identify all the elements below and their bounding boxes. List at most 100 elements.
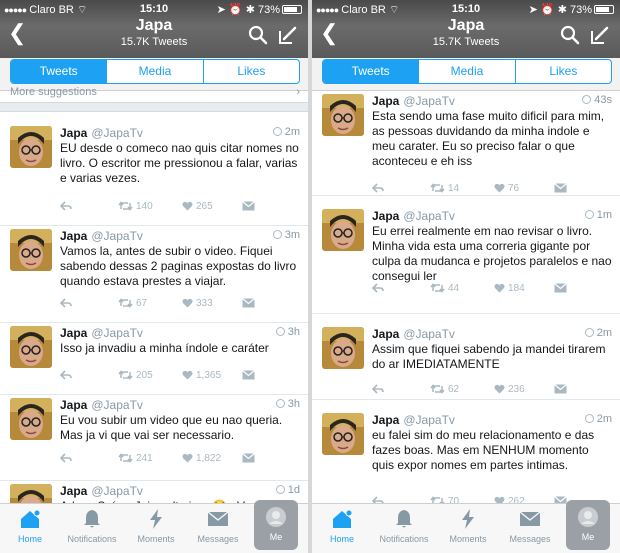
status-bar: ●●●●● Claro BR ⌔ 15:10 ➤ ⏰ ✱ 73% [312,2,620,16]
direct-message-button[interactable] [242,298,258,309]
tweet-item[interactable]: Japa @JapaTv 3h Isso ja invadiu a minha índ… [0,323,308,395]
search-icon[interactable] [560,25,580,45]
tabbar-item-messages[interactable]: Messages [188,508,248,544]
tab-tweets[interactable]: Tweets [323,60,419,83]
retweet-button[interactable]: 140 [118,201,153,212]
tweet-author[interactable]: Japa @JapaTv [60,229,143,243]
reply-icon [59,370,75,381]
avatar[interactable] [322,209,364,251]
retweet-button[interactable]: 44 [430,283,459,294]
tab-media[interactable]: Media [418,60,514,83]
tabbar-label: Me [581,532,595,542]
reply-button[interactable] [371,384,387,395]
tweet-author[interactable]: Japa @JapaTv [372,94,455,108]
tweet-time: 2m [584,327,612,339]
author-name: Japa [372,209,400,223]
tweet-author[interactable]: Japa @JapaTv [372,413,455,427]
tab-likes[interactable]: Likes [202,60,299,83]
envelope-icon [242,201,258,212]
tabbar-item-moments[interactable]: Moments [438,508,498,544]
reply-button[interactable] [59,201,75,212]
retweet-button[interactable]: 62 [430,384,459,395]
tabbar-item-me[interactable]: Me [566,500,610,550]
author-name: Japa [60,484,88,498]
tweet-item[interactable]: Japa @JapaTv 2m EU desde o comeco nao quis … [0,123,308,226]
direct-message-button[interactable] [554,183,570,194]
retweet-button[interactable]: 67 [118,298,147,309]
tweet-author[interactable]: Japa @JapaTv [372,209,455,223]
tabbar-item-notifications[interactable]: Notifications [62,508,122,544]
tabbar-item-moments[interactable]: Moments [126,508,186,544]
tabbar-item-home[interactable]: Home [0,508,60,544]
direct-message-button[interactable] [554,384,570,395]
messages-icon [500,508,560,534]
tab-tweets[interactable]: Tweets [11,60,107,83]
direct-message-button[interactable] [242,370,258,381]
direct-message-button[interactable] [554,283,570,294]
tweet-actions: 140 265 [59,201,298,215]
tweet-author[interactable]: Japa @JapaTv [60,484,143,498]
like-button[interactable]: 265 [182,201,213,212]
tabbar-item-notifications[interactable]: Notifications [374,508,434,544]
like-button[interactable]: 1,822 [182,453,221,464]
reply-button[interactable] [371,283,387,294]
more-suggestions-link[interactable]: More suggestions › [10,87,300,99]
like-button[interactable]: 333 [182,298,213,309]
author-name: Japa [60,126,88,140]
tweet-item[interactable]: Japa @JapaTv 1m Eu errei realmente em nao r… [312,206,620,314]
search-icon[interactable] [248,25,268,45]
tabbar-item-messages[interactable]: Messages [500,508,560,544]
retweet-icon [118,453,136,464]
avatar[interactable] [10,126,52,168]
like-button[interactable]: 1,365 [182,370,221,381]
envelope-icon [554,183,570,194]
heart-icon [182,201,196,212]
tabbar-item-me[interactable]: Me [254,500,298,550]
tweet-item[interactable]: Japa @JapaTv 2m Assim que fiquei sabendo ja… [312,324,620,400]
avatar[interactable] [322,327,364,369]
avatar[interactable] [322,413,364,455]
tweet-time: 1m [584,209,612,221]
tab-likes[interactable]: Likes [514,60,611,83]
phone-screen-left: ●●●●● Claro BR ⌔ 15:10 ➤ ⏰ ✱ 73% ❮ Japa … [0,0,308,553]
avatar[interactable] [10,398,52,440]
tweet-text: Eu vou subir um video que eu nao queria.… [60,413,283,442]
author-handle: @JapaTv [403,94,455,108]
tweet-item[interactable]: Japa @JapaTv 3m Vamos la, antes de subir o … [0,226,308,323]
like-button[interactable]: 76 [494,183,519,194]
reply-button[interactable] [371,183,387,194]
phone-screen-right: ●●●●● Claro BR ⌔ 15:10 ➤ ⏰ ✱ 73% ❮ Japa … [312,0,620,553]
tab-media[interactable]: Media [106,60,202,83]
avatar[interactable] [10,229,52,271]
like-button[interactable]: 236 [494,384,525,395]
compose-tweet-icon[interactable] [278,25,298,45]
avatar[interactable] [10,326,52,368]
direct-message-button[interactable] [242,453,258,464]
bluetooth-icon: ✱ [557,4,567,16]
reply-button[interactable] [59,370,75,381]
tweet-item[interactable]: Japa @JapaTv 2m eu falei sim do meu relacio… [312,410,620,510]
reply-button[interactable] [59,453,75,464]
avatar[interactable] [322,94,364,136]
globe-icon [275,399,285,408]
tabbar-item-home[interactable]: Home [312,508,372,544]
battery-percent: 73% [257,4,280,16]
globe-icon [272,127,282,136]
tweet-author[interactable]: Japa @JapaTv [60,126,143,140]
compose-tweet-icon[interactable] [590,25,610,45]
retweet-button[interactable]: 14 [430,183,459,194]
tweet-item[interactable]: Japa @JapaTv 43s Esta sendo uma fase muito … [312,91,620,196]
reply-icon [59,453,75,464]
tweet-author[interactable]: Japa @JapaTv [60,326,143,340]
like-button[interactable]: 184 [494,283,525,294]
reply-button[interactable] [59,298,75,309]
tweet-author[interactable]: Japa @JapaTv [372,327,455,341]
tweet-author[interactable]: Japa @JapaTv [60,398,143,412]
envelope-icon [554,384,570,395]
retweet-icon [430,283,448,294]
tweet-item[interactable]: Japa @JapaTv 3h Eu vou subir um video que e… [0,395,308,481]
retweet-button[interactable]: 241 [118,453,153,464]
direct-message-button[interactable] [242,201,258,212]
retweet-count: 241 [136,453,153,464]
retweet-button[interactable]: 205 [118,370,153,381]
